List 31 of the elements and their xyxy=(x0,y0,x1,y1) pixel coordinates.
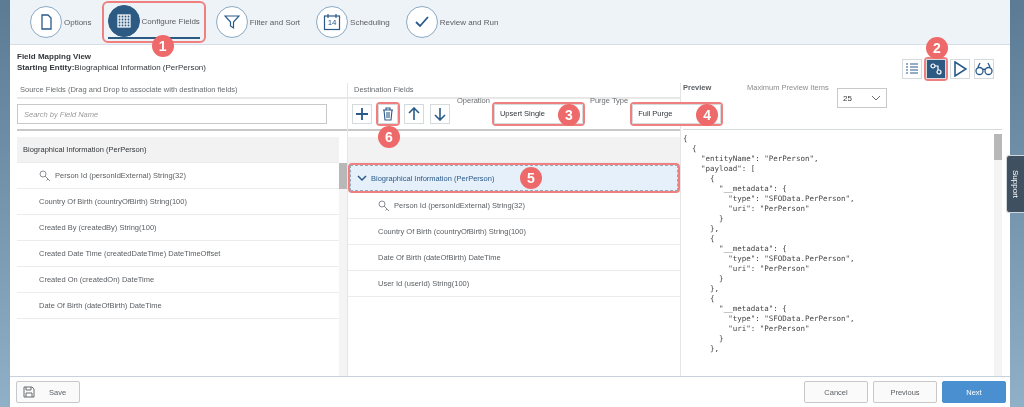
delete-button[interactable] xyxy=(378,104,398,124)
key-icon xyxy=(39,169,51,182)
step-button[interactable]: 14 Scheduling xyxy=(316,6,390,38)
run-view-button[interactable] xyxy=(950,59,970,79)
callout-number: 2 xyxy=(926,37,948,59)
step-button[interactable]: Review and Run xyxy=(405,6,499,38)
move-up-button[interactable] xyxy=(404,104,424,124)
grid-icon xyxy=(107,5,140,37)
move-down-button[interactable] xyxy=(430,104,450,124)
key-icon xyxy=(378,199,390,212)
step-button[interactable]: Options xyxy=(30,6,92,38)
callout-number: 1 xyxy=(151,35,174,57)
glasses-view-button[interactable] xyxy=(974,59,994,79)
filter-icon xyxy=(215,6,248,38)
calendar-icon: 14 xyxy=(316,6,349,38)
scrollbar[interactable] xyxy=(339,163,347,376)
support-tab[interactable]: Support xyxy=(1006,155,1024,213)
scrollbar[interactable] xyxy=(994,134,1002,376)
view-title: Field Mapping View xyxy=(17,51,93,62)
trash-icon xyxy=(382,107,394,121)
add-button[interactable] xyxy=(352,104,372,124)
callout-number: 6 xyxy=(378,126,400,148)
list-icon xyxy=(905,62,919,76)
mapping-view-button[interactable] xyxy=(926,59,946,79)
document-icon xyxy=(30,6,62,38)
chevron-down-icon xyxy=(871,95,881,101)
max-items-select[interactable]: 25 xyxy=(837,88,887,108)
starting-entity: Starting Entity:Biographical Information (PerPerson) xyxy=(17,62,206,73)
checkmark-icon xyxy=(405,6,438,38)
step-button[interactable]: Filter and Sort xyxy=(215,6,301,38)
save-icon xyxy=(23,386,35,398)
